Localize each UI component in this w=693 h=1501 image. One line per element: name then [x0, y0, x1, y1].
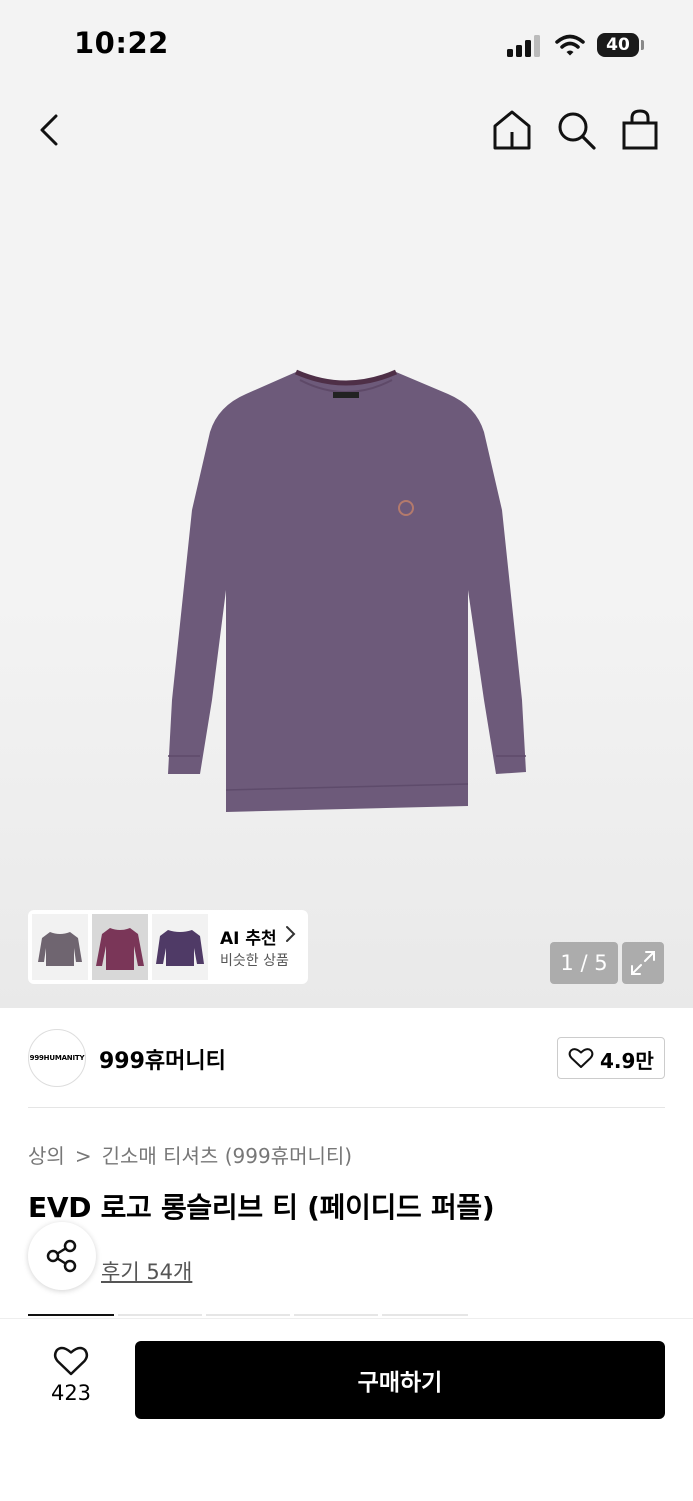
bag-icon[interactable] — [618, 108, 662, 152]
wifi-icon — [555, 34, 585, 56]
tab-indicator — [118, 1314, 202, 1316]
tab-indicator — [206, 1314, 290, 1316]
breadcrumb-item[interactable]: 상의 — [28, 1144, 65, 1168]
battery-indicator: 40 — [597, 33, 639, 57]
product-image — [168, 369, 526, 812]
signal-icon — [507, 35, 540, 57]
tab-indicator-active — [28, 1314, 114, 1316]
breadcrumb-separator: > — [74, 1144, 92, 1168]
ai-recommend-card[interactable]: AI 추천 비슷한 상품 — [28, 910, 308, 984]
ai-thumb-1[interactable] — [32, 914, 88, 980]
expand-button[interactable] — [622, 942, 664, 984]
ai-thumb-3[interactable] — [152, 914, 208, 980]
ai-recommend-subtitle: 비슷한 상품 — [220, 953, 289, 969]
wishlist-count: 423 — [50, 1381, 92, 1405]
tab-indicator — [294, 1314, 378, 1316]
back-icon[interactable] — [34, 110, 70, 150]
brand-logo[interactable]: 999HUMANITY — [28, 1029, 86, 1087]
share-button[interactable] — [28, 1222, 96, 1290]
buy-button[interactable]: 구매하기 — [135, 1341, 665, 1419]
home-icon[interactable] — [490, 108, 534, 152]
review-link[interactable]: 후기 54개 — [101, 1256, 192, 1286]
search-icon[interactable] — [554, 108, 598, 152]
brand-like-button[interactable]: 4.9만 — [557, 1037, 665, 1079]
status-time: 10:22 — [74, 26, 169, 60]
brand-name[interactable]: 999휴머니티 — [99, 1043, 226, 1075]
tab-indicator — [382, 1314, 468, 1316]
breadcrumb-item[interactable]: 긴소매 티셔츠 (999휴머니티) — [102, 1144, 353, 1168]
image-counter: 1 / 5 — [550, 942, 618, 984]
heart-icon — [53, 1346, 89, 1376]
ai-recommend-title: AI 추천 — [220, 929, 277, 949]
status-bar: 10:22 40 — [0, 0, 693, 90]
breadcrumb: 상의 > 긴소매 티셔츠 (999휴머니티) — [28, 1140, 352, 1169]
ai-thumb-2[interactable] — [92, 914, 148, 980]
divider — [28, 1107, 665, 1108]
battery-tip — [641, 40, 644, 50]
brand-like-count: 4.9만 — [600, 1049, 654, 1073]
wishlist-button[interactable]: 423 — [40, 1345, 102, 1415]
heart-icon — [568, 1048, 594, 1068]
product-title: EVD 로고 롱슬리브 티 (페이디드 퍼플) — [28, 1191, 495, 1224]
expand-icon — [631, 951, 655, 975]
bottom-bar: 423 구매하기 — [0, 1318, 693, 1501]
chevron-right-icon — [286, 926, 296, 942]
share-icon — [46, 1239, 77, 1273]
